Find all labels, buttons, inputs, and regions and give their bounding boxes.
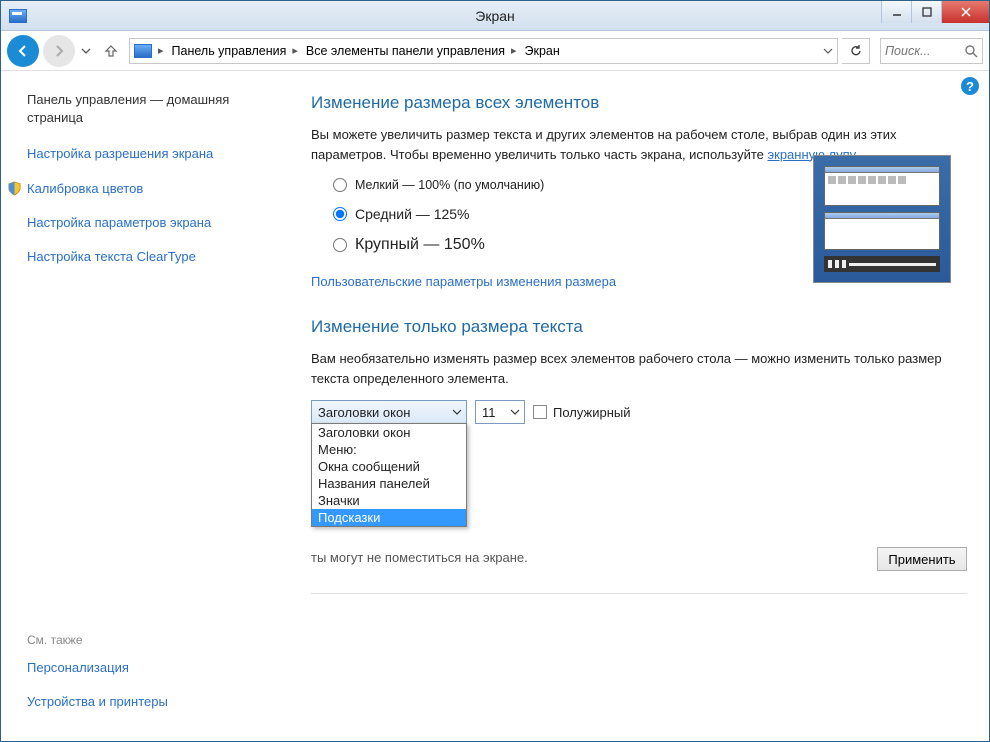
search-input[interactable] [885,44,964,58]
chevron-right-icon[interactable]: ▸ [509,44,521,57]
combo-option[interactable]: Окна сообщений [312,458,466,475]
sidebar-link-resolution[interactable]: Настройка разрешения экрана [27,145,259,163]
maximize-button[interactable] [911,1,941,23]
section1-title: Изменение размера всех элементов [311,93,967,113]
element-combo[interactable]: Заголовки окон Заголовки окон Меню: Окна… [311,400,467,424]
chevron-down-icon [510,409,520,415]
section2-desc: Вам необязательно изменять размер всех э… [311,349,951,388]
bold-label: Полужирный [553,405,631,420]
sidebar-link-devices[interactable]: Устройства и принтеры [27,693,259,711]
search-icon [964,44,978,58]
section2-title: Изменение только размера текста [311,317,967,337]
combo-value: Заголовки окон [318,405,410,420]
system-icon [9,9,27,23]
location-icon [134,44,152,58]
breadcrumb-item[interactable]: Панель управления [168,40,291,62]
combo-value: 11 [482,405,496,420]
breadcrumb-item[interactable]: Экран [521,40,564,62]
element-combo-list[interactable]: Заголовки окон Меню: Окна сообщений Назв… [311,423,467,527]
minimize-button[interactable] [881,1,911,23]
breadcrumb-item[interactable]: Все элементы панели управления [302,40,509,62]
size-combo[interactable]: 11 [475,400,525,424]
see-also-title: См. также [27,633,259,647]
close-button[interactable] [941,1,989,23]
main-content: Изменение размера всех элементов Вы може… [273,71,989,741]
custom-size-link[interactable]: Пользовательские параметры изменения раз… [311,274,616,289]
chevron-down-icon [452,409,462,415]
refresh-button[interactable] [842,38,870,64]
combo-option[interactable]: Значки [312,492,466,509]
nav-up-button[interactable] [97,37,125,65]
bold-checkbox-row[interactable]: Полужирный [533,405,631,420]
nav-forward-button[interactable] [43,35,75,67]
titlebar: Экран [1,1,989,31]
sidebar-home[interactable]: Панель управления — домашняя страница [27,91,259,127]
combo-option[interactable]: Меню: [312,441,466,458]
chevron-right-icon[interactable]: ▸ [156,44,168,57]
combo-option[interactable]: Заголовки окон [312,424,466,441]
nav-history-dropdown[interactable] [79,39,93,63]
window-title: Экран [475,8,515,24]
sidebar-link-calibration[interactable]: Калибровка цветов [27,180,259,198]
preview-image [813,155,951,283]
breadcrumb-dropdown[interactable] [819,48,837,54]
sidebar: Панель управления — домашняя страница На… [1,71,273,741]
chevron-right-icon[interactable]: ▸ [290,44,302,57]
sidebar-item-label: Калибровка цветов [27,181,143,196]
sidebar-link-cleartype[interactable]: Настройка текста ClearType [27,248,259,266]
shield-icon [7,181,22,196]
separator [311,593,967,594]
combo-option[interactable]: Названия панелей [312,475,466,492]
nav-back-button[interactable] [7,35,39,67]
bold-checkbox[interactable] [533,405,547,419]
breadcrumb[interactable]: ▸ Панель управления ▸ Все элементы панел… [129,38,838,64]
sidebar-link-params[interactable]: Настройка параметров экрана [27,214,259,232]
sidebar-link-personalization[interactable]: Персонализация [27,659,259,677]
search-box[interactable] [880,38,983,64]
combo-option-selected[interactable]: Подсказки [312,509,466,526]
apply-button[interactable]: Применить [877,547,967,571]
navbar: ▸ Панель управления ▸ Все элементы панел… [1,31,989,71]
